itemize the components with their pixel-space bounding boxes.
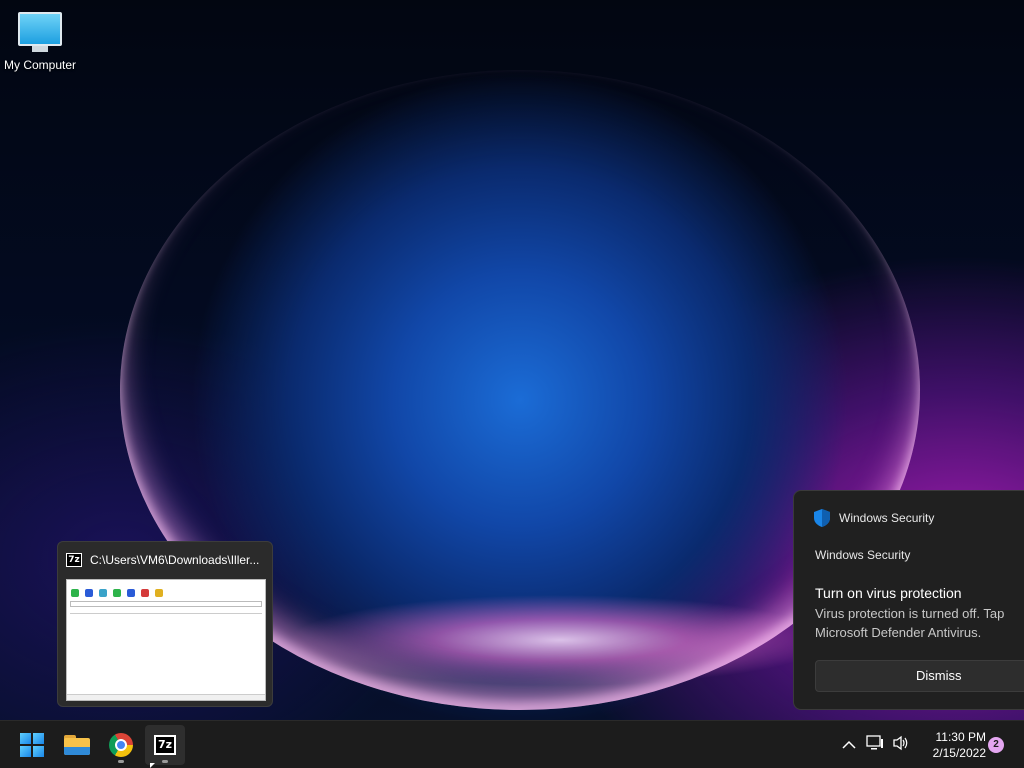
clock-date: 2/15/2022 — [932, 746, 986, 760]
toast-header: Windows Security — [814, 509, 934, 527]
7z-icon: 7z — [66, 553, 82, 567]
toast-app-name: Windows Security — [839, 511, 935, 525]
taskbar-file-explorer[interactable] — [57, 725, 97, 765]
network-icon[interactable] — [862, 735, 888, 755]
mini-file-row — [70, 615, 262, 620]
copy-icon — [113, 589, 121, 597]
windows-logo-icon — [20, 733, 44, 757]
mini-address-bar — [70, 601, 262, 607]
7z-icon: 7z — [154, 735, 176, 755]
desktop-icon-my-computer[interactable]: My Computer — [0, 8, 80, 72]
info-icon — [155, 589, 163, 597]
taskbar: 7z 11:30 PM 2/15/2022 2 — [0, 720, 1024, 768]
move-icon — [127, 589, 135, 597]
preview-header: 7z C:\Users\VM6\Downloads\Iller... — [58, 542, 272, 578]
monitor-stand — [32, 46, 48, 52]
toast-title: Turn on virus protection — [815, 585, 962, 601]
preview-title: C:\Users\VM6\Downloads\Iller... — [90, 553, 260, 567]
running-indicator — [162, 760, 168, 763]
taskbar-chrome[interactable] — [101, 725, 141, 765]
taskbar-thumbnail-preview[interactable]: 7z C:\Users\VM6\Downloads\Iller... — [57, 541, 273, 707]
system-tray — [836, 721, 914, 768]
extract-icon — [85, 589, 93, 597]
mini-toolbar — [67, 586, 265, 600]
test-icon — [99, 589, 107, 597]
start-button[interactable] — [12, 725, 52, 765]
preview-window-thumbnail[interactable] — [66, 579, 266, 701]
add-icon — [71, 589, 79, 597]
delete-icon — [141, 589, 149, 597]
taskbar-7zip[interactable]: 7z — [145, 725, 185, 765]
folder-icon — [64, 735, 90, 755]
toast-body: Virus protection is turned off. Tap Micr… — [815, 606, 1005, 640]
mini-status-bar — [67, 694, 265, 700]
desktop-icon-label: My Computer — [3, 58, 77, 72]
shield-icon — [814, 509, 830, 527]
chrome-icon — [109, 733, 133, 757]
mini-column-header — [70, 608, 262, 614]
chevron-up-icon[interactable] — [836, 737, 862, 754]
dismiss-button[interactable]: Dismiss — [815, 660, 1024, 692]
mouse-cursor — [150, 763, 155, 768]
notification-toast[interactable]: Windows Security Windows Security Turn o… — [793, 490, 1024, 710]
notification-count-badge[interactable]: 2 — [988, 737, 1004, 753]
monitor-icon — [18, 12, 62, 46]
volume-icon[interactable] — [888, 735, 914, 755]
running-indicator — [118, 760, 124, 763]
clock-time: 11:30 PM — [935, 730, 986, 744]
taskbar-clock[interactable]: 11:30 PM 2/15/2022 — [916, 729, 986, 761]
toast-source: Windows Security — [815, 548, 911, 562]
